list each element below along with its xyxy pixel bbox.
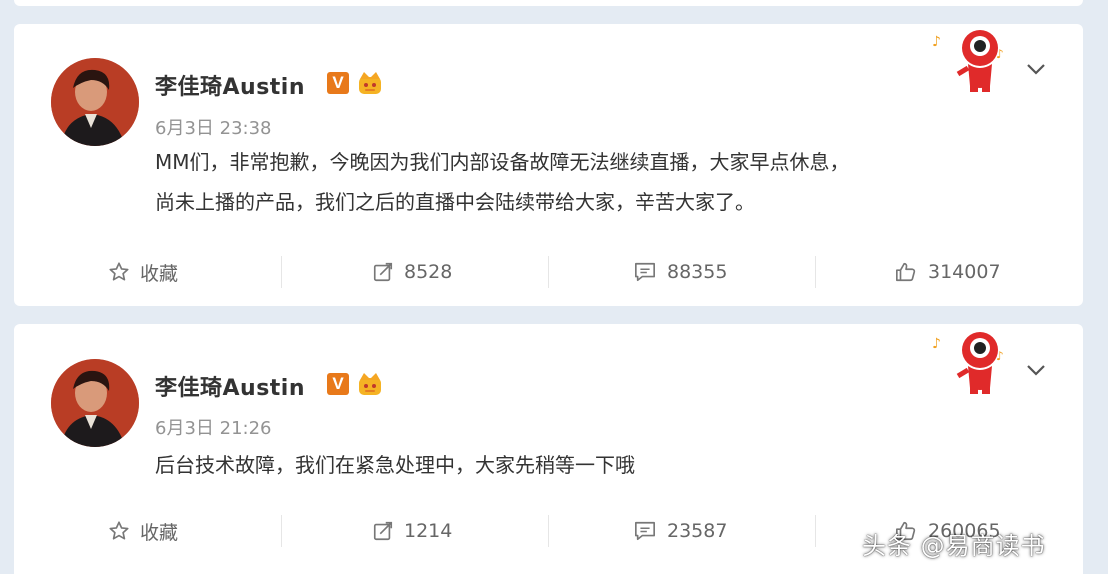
action-bar: 收藏 8528 88355 314007 (14, 252, 1083, 292)
mascot-icon: ♪ ♪ (930, 326, 1012, 400)
divider (281, 515, 282, 547)
repost-count: 1214 (404, 520, 453, 542)
star-icon (109, 262, 129, 281)
comment-count: 88355 (667, 261, 728, 283)
post-timestamp[interactable]: 6月3日 21:26 (155, 414, 272, 440)
post-content-line: 尚未上播的产品，我们之后的直播中会陆续带给大家，辛苦大家了。 (155, 190, 755, 214)
divider (815, 515, 816, 547)
chevron-down-icon[interactable] (1026, 61, 1046, 75)
crown-badge-icon (356, 370, 384, 398)
star-icon (109, 521, 129, 540)
favorite-button[interactable]: 收藏 (108, 252, 178, 292)
divider (548, 515, 549, 547)
post-content: MM们，非常抱歉，今晚因为我们内部设备故障无法继续直播，大家早点休息， 尚未上播… (155, 142, 1055, 222)
repost-icon (373, 262, 393, 282)
favorite-label: 收藏 (140, 262, 179, 285)
like-count: 314007 (928, 261, 1001, 283)
avatar[interactable] (51, 58, 139, 146)
post-content-line: 后台技术故障，我们在紧急处理中，大家先稍等一下哦 (155, 453, 635, 477)
verified-badge: V (327, 373, 349, 395)
favorite-button[interactable]: 收藏 (108, 511, 178, 551)
username[interactable]: 李佳琦Austin (155, 69, 305, 101)
avatar[interactable] (51, 359, 139, 447)
comment-icon (635, 521, 655, 541)
post-content: 后台技术故障，我们在紧急处理中，大家先稍等一下哦 (155, 445, 1055, 485)
repost-icon (373, 521, 393, 541)
crown-badge-icon (356, 69, 384, 97)
username[interactable]: 李佳琦Austin (155, 370, 305, 402)
previous-card-bottom (14, 0, 1083, 6)
chevron-down-icon[interactable] (1026, 362, 1046, 376)
repost-count: 8528 (404, 261, 453, 283)
comment-button[interactable]: 88355 (633, 252, 727, 292)
mascot-icon: ♪ ♪ (930, 24, 1012, 98)
post-timestamp[interactable]: 6月3日 23:38 (155, 114, 272, 140)
comment-button[interactable]: 23587 (633, 511, 727, 551)
divider (815, 256, 816, 288)
like-icon (896, 262, 916, 282)
repost-button[interactable]: 1214 (372, 511, 452, 551)
svg-text:♪: ♪ (932, 34, 941, 50)
favorite-label: 收藏 (140, 521, 179, 544)
watermark: 头条 @易商读书 (862, 532, 1046, 560)
svg-text:♪: ♪ (932, 336, 941, 352)
post-content-line: MM们，非常抱歉，今晚因为我们内部设备故障无法继续直播，大家早点休息， (155, 150, 850, 174)
divider (548, 256, 549, 288)
repost-button[interactable]: 8528 (372, 252, 452, 292)
divider (281, 256, 282, 288)
like-button[interactable]: 314007 (894, 252, 1001, 292)
verified-badge: V (327, 72, 349, 94)
comment-icon (635, 262, 655, 282)
weibo-post-card: 李佳琦Austin V 6月3日 23:38 MM们，非常抱歉，今晚因为我们内部… (14, 24, 1083, 306)
comment-count: 23587 (667, 520, 728, 542)
